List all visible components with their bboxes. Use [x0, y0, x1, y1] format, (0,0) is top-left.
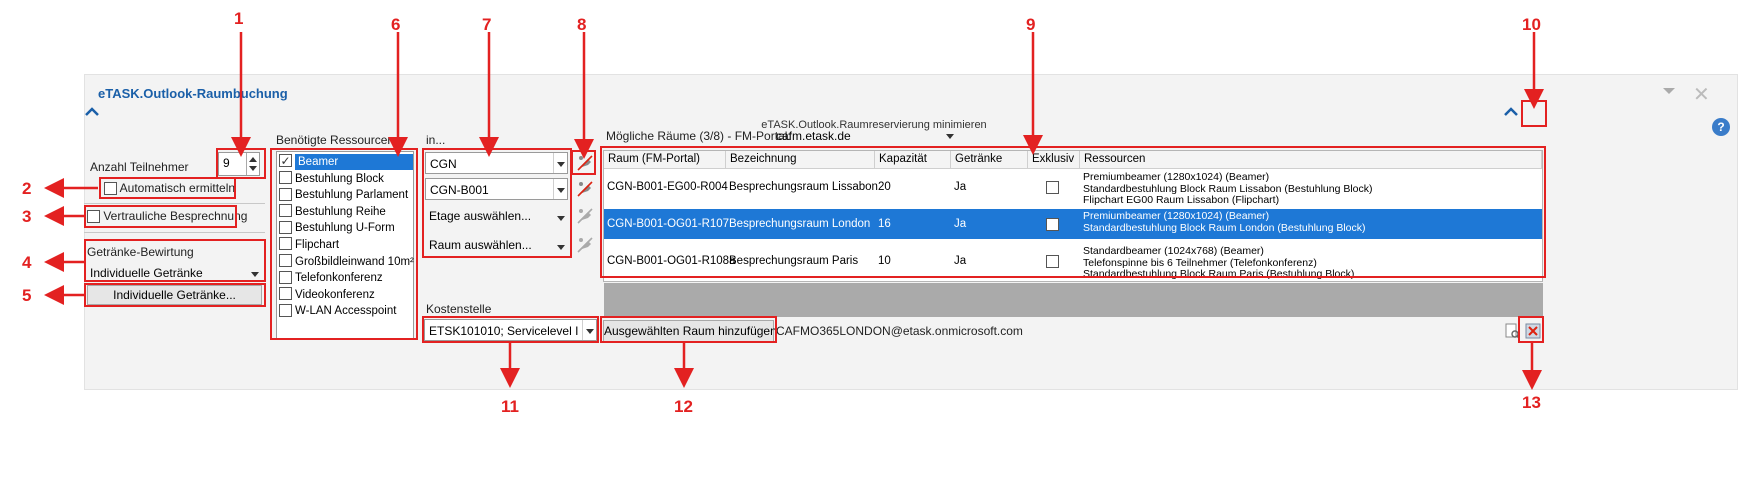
callout-2: 2	[22, 179, 32, 198]
callout-3: 3	[22, 207, 32, 226]
callout-4: 4	[22, 253, 32, 272]
callout-6: 6	[391, 15, 401, 34]
callout-10: 10	[1522, 15, 1541, 34]
callout-1: 1	[234, 9, 244, 28]
callout-11: 11	[501, 397, 519, 416]
callout-5: 5	[22, 286, 32, 305]
callout-arrows	[44, 32, 1544, 390]
callout-7: 7	[482, 15, 492, 34]
callout-13: 13	[1522, 393, 1541, 412]
callout-12: 12	[674, 397, 693, 416]
callout-8: 8	[577, 15, 587, 34]
callout-9: 9	[1026, 15, 1036, 34]
